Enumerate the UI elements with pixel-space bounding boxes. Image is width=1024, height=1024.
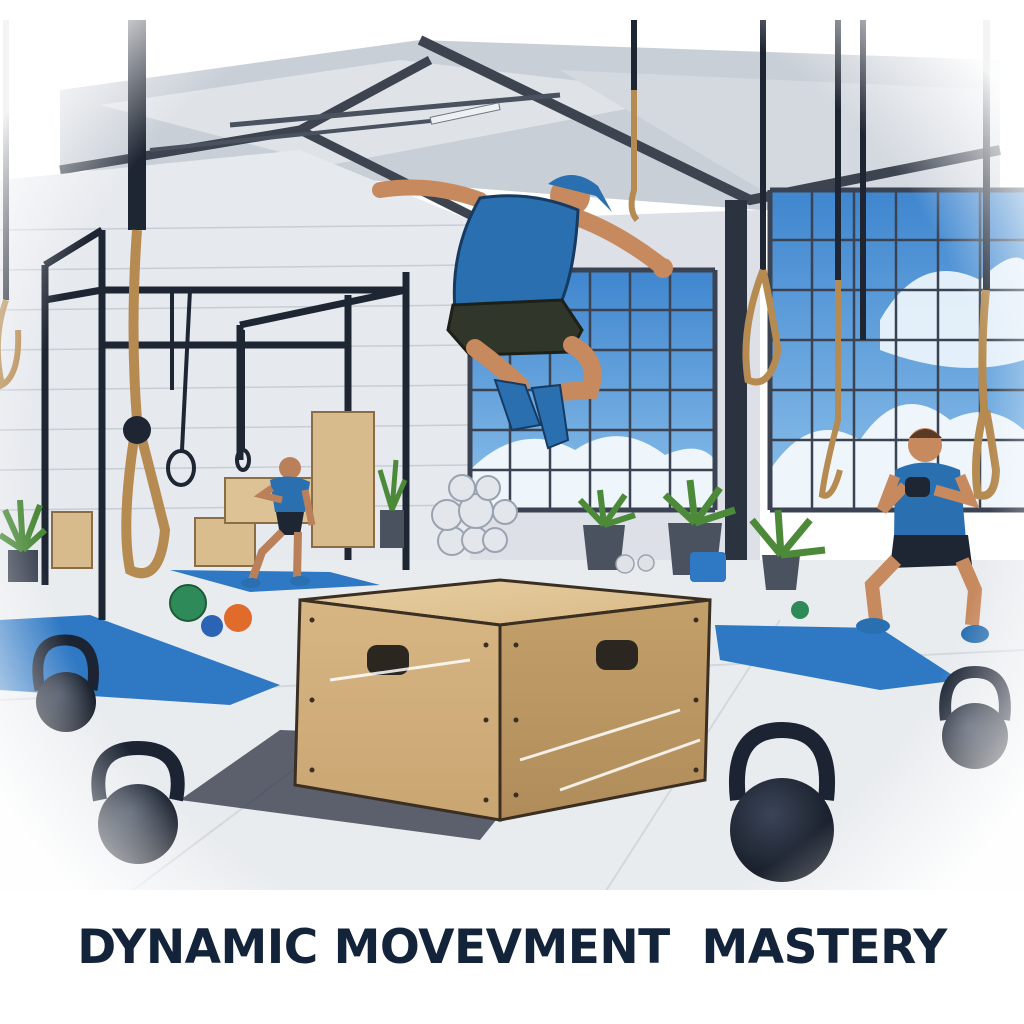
poster-caption: DYNAMIC MOVEVMENT MASTERY (77, 919, 947, 975)
caption-area: DYNAMIC MOVEVMENT MASTERY (0, 912, 1024, 982)
vignette-overlay (0, 0, 1024, 1024)
illustration-canvas: DYNAMIC MOVEVMENT MASTERY (0, 0, 1024, 1024)
gym-scene-illustration (0, 0, 1024, 1024)
